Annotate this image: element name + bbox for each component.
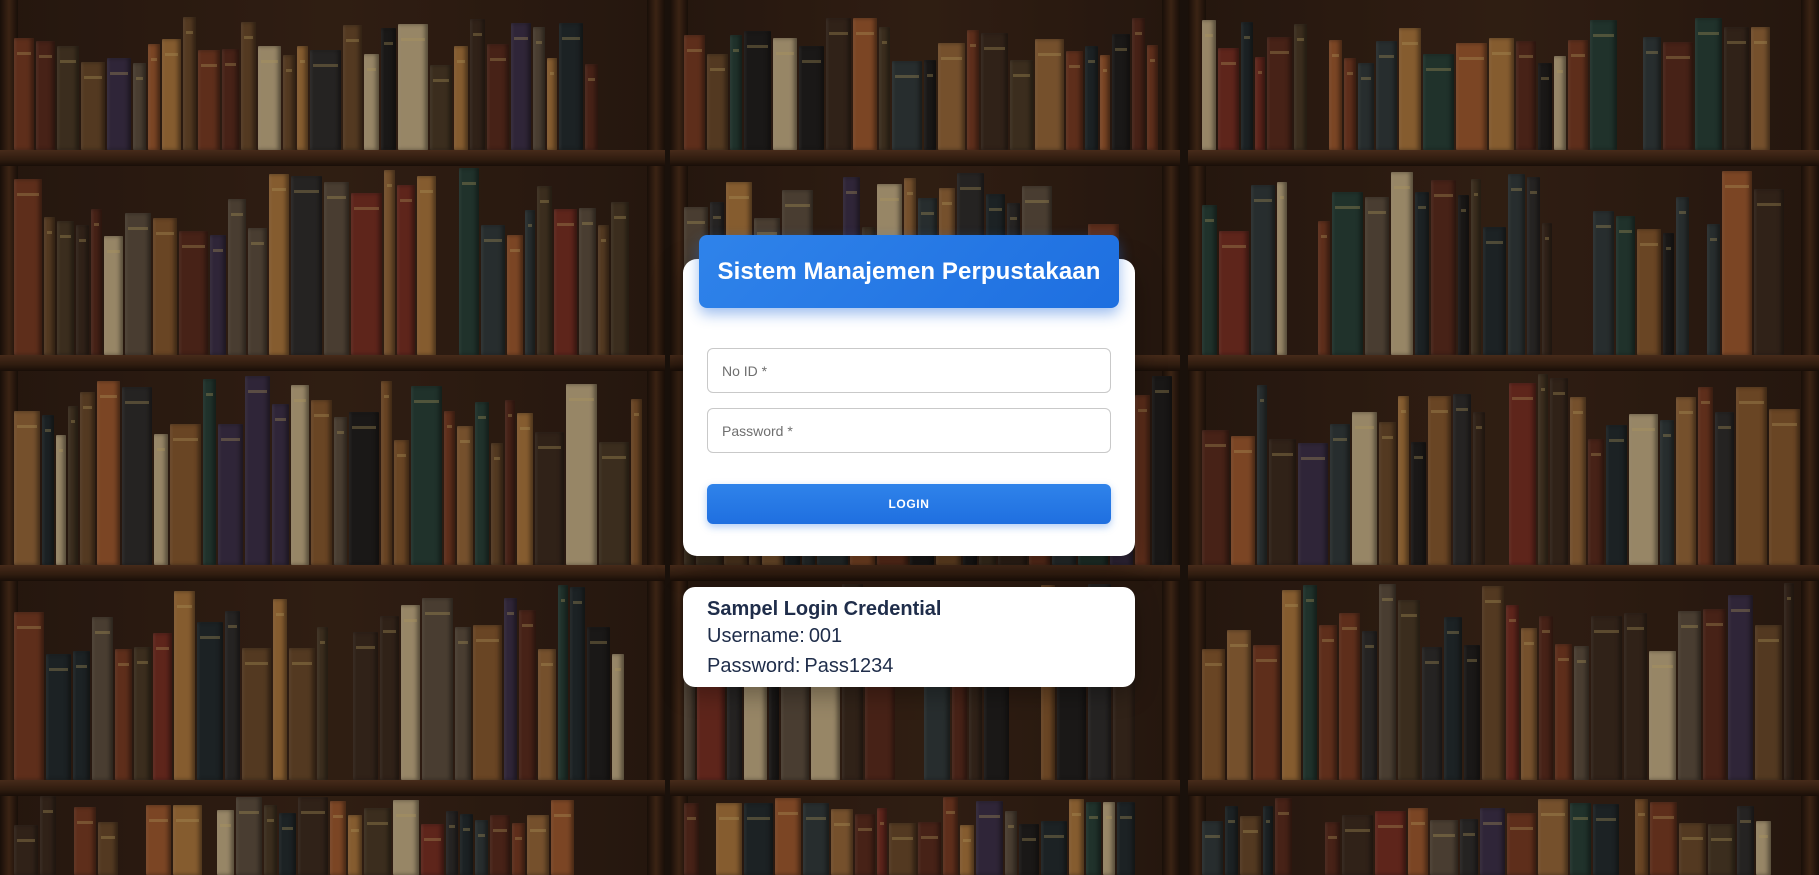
password-field[interactable] xyxy=(707,408,1111,453)
id-field[interactable] xyxy=(707,348,1111,393)
password-input[interactable] xyxy=(722,409,1110,452)
page-title: Sistem Manajemen Perpustakaan xyxy=(717,257,1101,285)
login-button[interactable]: LOGIN xyxy=(707,484,1111,524)
login-card: Sistem Manajemen Perpustakaan LOGIN xyxy=(683,235,1135,556)
sample-password-label: Password: xyxy=(707,655,801,677)
sample-password-value: Pass1234 xyxy=(804,655,894,677)
id-input[interactable] xyxy=(722,349,1110,392)
sample-username-label: Username: xyxy=(707,625,805,647)
sample-username-line: Username: 001 xyxy=(707,621,1111,651)
sample-credentials-card: Sampel Login Credential Username: 001 Pas… xyxy=(683,587,1135,687)
login-card-header: Sistem Manajemen Perpustakaan xyxy=(699,235,1119,308)
sample-credentials-title: Sampel Login Credential xyxy=(707,598,942,620)
sample-password-line: Password: Pass1234 xyxy=(707,651,1111,681)
sample-username-value: 001 xyxy=(808,625,843,647)
